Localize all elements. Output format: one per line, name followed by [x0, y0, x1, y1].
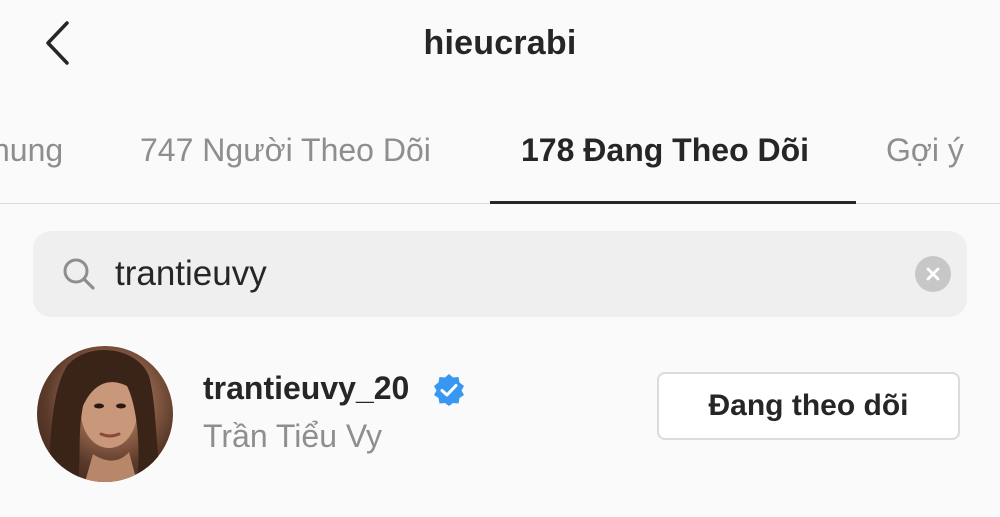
clear-search-button[interactable] — [915, 256, 951, 292]
active-tab-indicator — [490, 201, 856, 204]
tab-suggested[interactable]: Gợi ý — [886, 132, 964, 169]
verified-badge-icon — [434, 374, 464, 406]
tab-following[interactable]: 178 Đang Theo Dõi — [521, 132, 809, 169]
search-bar — [33, 231, 967, 317]
page-title: hieucrabi — [423, 24, 577, 62]
search-icon — [63, 258, 95, 290]
search-input[interactable] — [115, 247, 895, 301]
list-item[interactable]: trantieuvy_20 Trần Tiểu Vy Đang theo dõi — [0, 340, 1000, 482]
tab-mutual[interactable]: hung — [0, 132, 63, 169]
result-full-name: Trần Tiểu Vy — [203, 418, 383, 454]
avatar-image — [47, 349, 162, 482]
tab-followers[interactable]: 747 Người Theo Dõi — [140, 132, 431, 169]
clear-icon — [926, 267, 940, 281]
tab-bar: hung 747 Người Theo Dõi 178 Đang Theo Dõ… — [0, 118, 1000, 204]
following-button[interactable]: Đang theo dõi — [657, 372, 960, 440]
avatar[interactable] — [37, 346, 173, 482]
result-username[interactable]: trantieuvy_20 — [203, 370, 409, 407]
header-bar: hieucrabi — [0, 0, 1000, 92]
